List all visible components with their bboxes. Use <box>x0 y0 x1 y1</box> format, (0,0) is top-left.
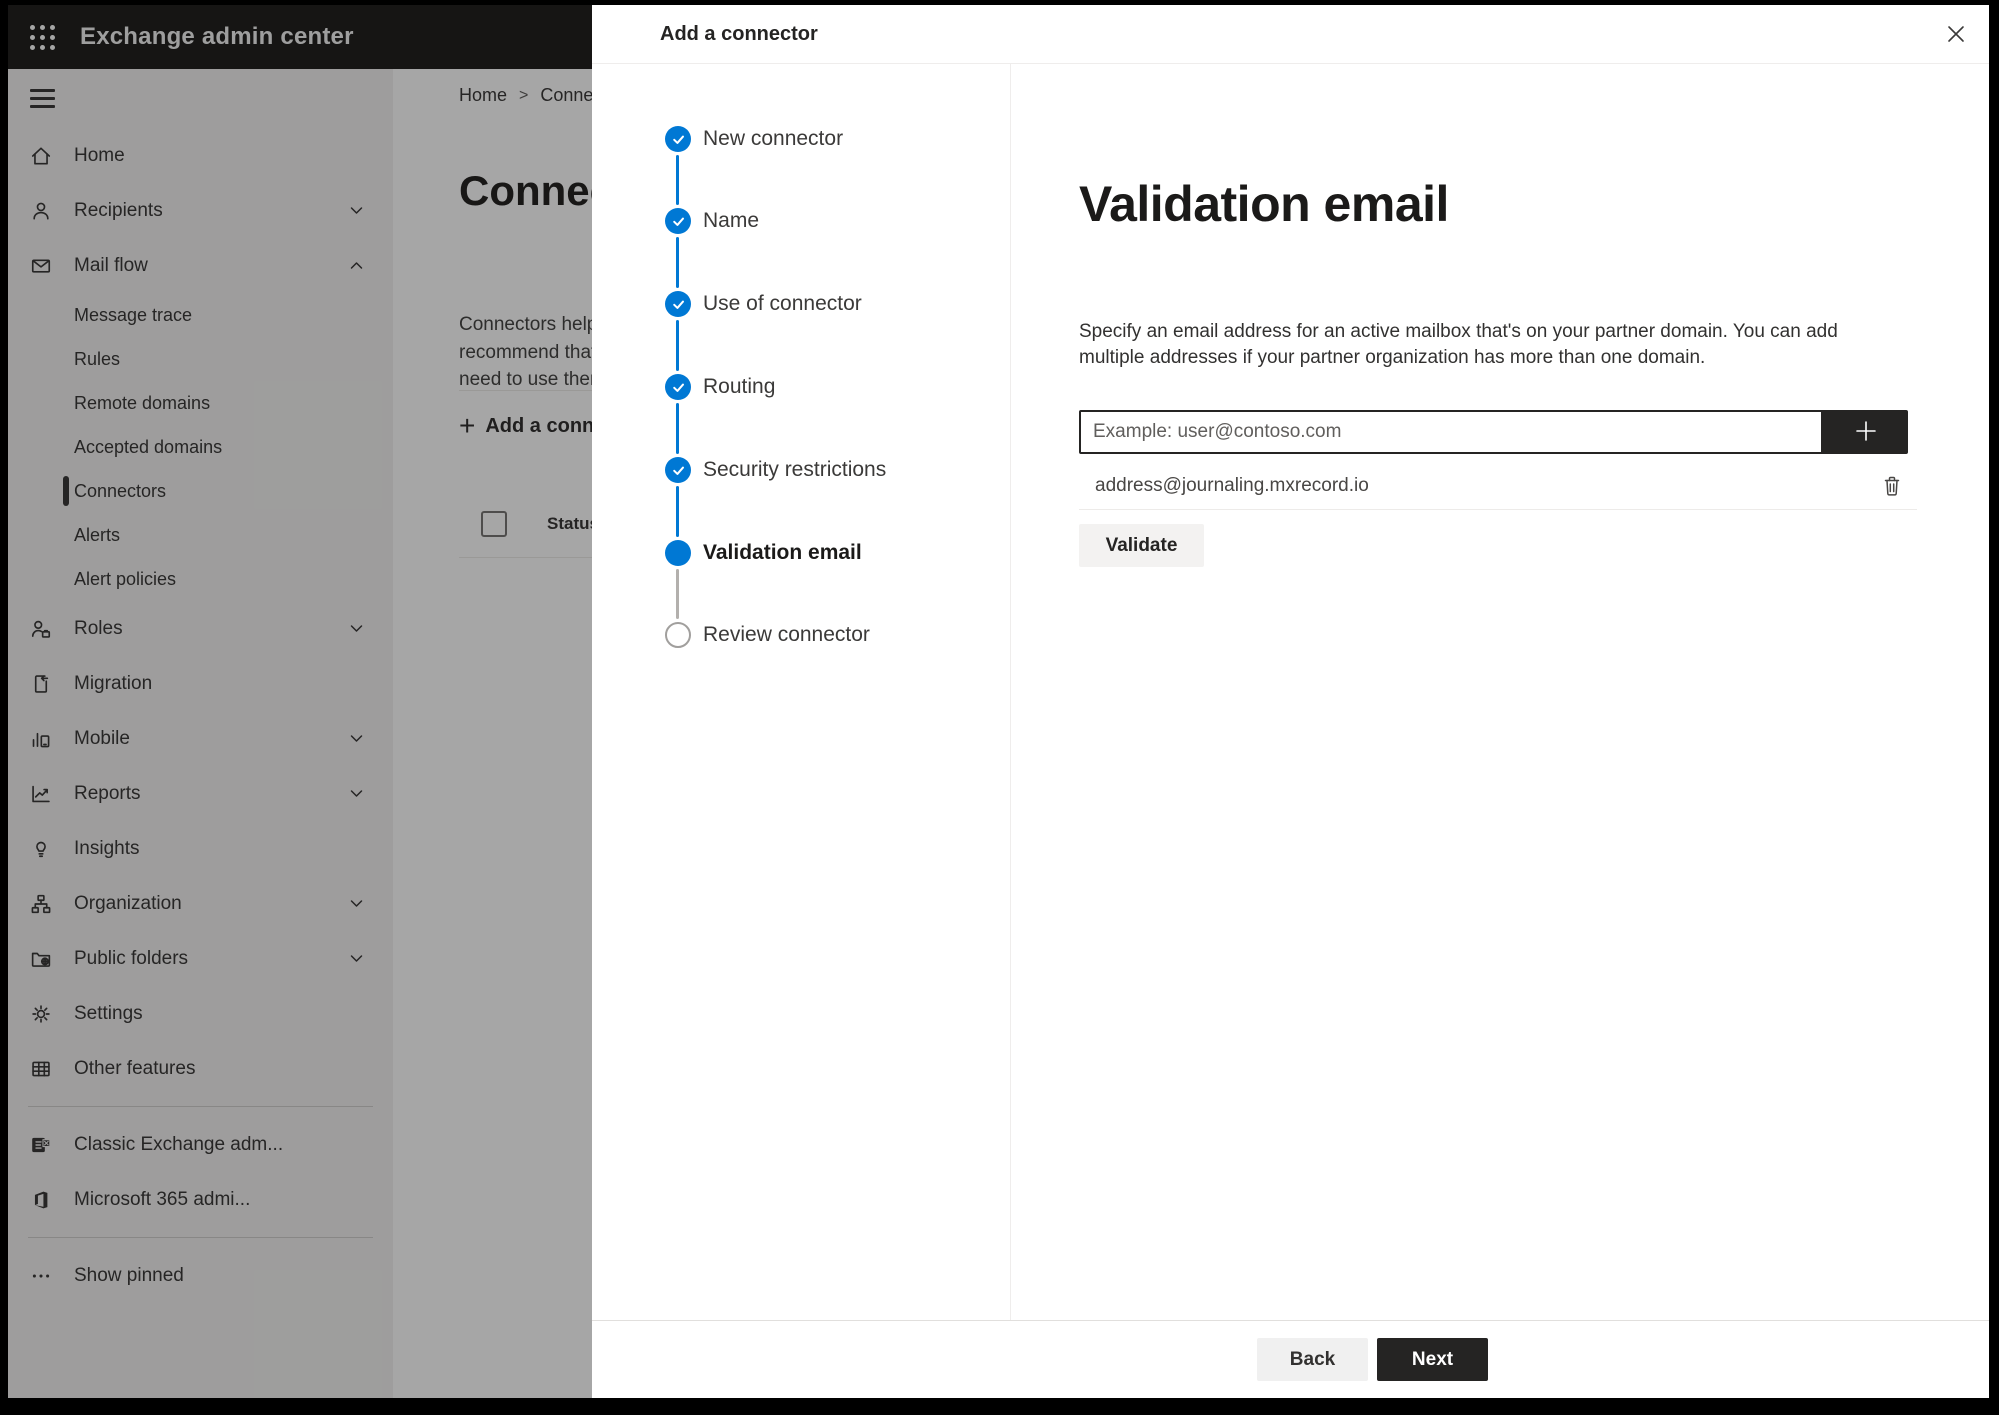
step-heading: Validation email <box>1079 176 1449 232</box>
step-label: New connector <box>703 127 844 150</box>
wizard-step-new-connector[interactable]: New connector <box>665 126 843 152</box>
added-address: address@journaling.mxrecord.io <box>1095 475 1369 496</box>
dialog-content: Validation email Specify an email addres… <box>1010 63 1989 1321</box>
step-connector-line <box>676 486 679 537</box>
step-connector-line <box>676 237 679 288</box>
wizard-step-name[interactable]: Name <box>665 208 759 234</box>
dialog-footer: Back Next <box>592 1320 1989 1398</box>
plus-icon <box>1852 417 1880 448</box>
step-label: Validation email <box>703 541 862 564</box>
add-connector-dialog: Add a connector New connector Name Use of … <box>592 5 1989 1398</box>
step-check-icon <box>665 126 691 152</box>
step-label: Use of connector <box>703 292 862 315</box>
trash-icon[interactable] <box>1875 469 1909 503</box>
added-address-row: address@journaling.mxrecord.io <box>1079 463 1917 510</box>
step-connector-line <box>676 403 679 454</box>
validation-email-input[interactable] <box>1079 410 1823 454</box>
wizard-step-use-of-connector[interactable]: Use of connector <box>665 291 862 317</box>
next-button[interactable]: Next <box>1377 1338 1488 1381</box>
step-label: Review connector <box>703 623 870 646</box>
step-check-icon <box>665 457 691 483</box>
step-label: Routing <box>703 375 776 398</box>
close-icon[interactable] <box>1939 17 1973 51</box>
wizard-stepper: New connector Name Use of connector Routing… <box>592 63 1011 1321</box>
step-check-icon <box>665 374 691 400</box>
step-label: Name <box>703 209 760 232</box>
dialog-header: Add a connector <box>592 5 1989 64</box>
back-button[interactable]: Back <box>1257 1338 1368 1381</box>
step-connector-line <box>676 569 679 619</box>
step-check-icon <box>665 291 691 317</box>
step-connector-line <box>676 155 679 205</box>
dialog-body: New connector Name Use of connector Routing… <box>592 63 1989 1321</box>
email-input-row <box>1079 410 1908 454</box>
dialog-title: Add a connector <box>660 22 818 45</box>
add-email-button[interactable] <box>1823 410 1908 454</box>
wizard-step-routing[interactable]: Routing <box>665 374 775 400</box>
wizard-step-review-connector[interactable]: Review connector <box>665 622 870 648</box>
step-description: Specify an email address for an active m… <box>1079 321 1838 368</box>
step-circle-icon <box>665 622 691 648</box>
wizard-step-validation-email[interactable]: Validation email <box>665 540 862 566</box>
step-circle-icon <box>665 540 691 566</box>
step-connector-line <box>676 320 679 371</box>
step-check-icon <box>665 208 691 234</box>
validate-button[interactable]: Validate <box>1079 524 1204 567</box>
screen: Exchange admin center Home Recipients Mail… <box>8 5 1989 1398</box>
wizard-step-security-restrictions[interactable]: Security restrictions <box>665 457 886 483</box>
step-label: Security restrictions <box>703 458 887 481</box>
